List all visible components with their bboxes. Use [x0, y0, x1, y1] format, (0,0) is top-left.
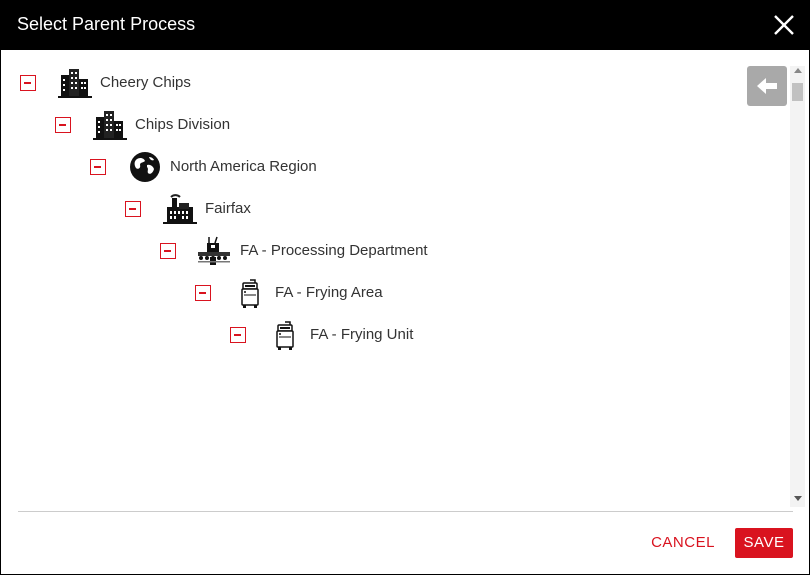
tree-node: Chips Division: [55, 108, 355, 142]
arrow-left-icon: [757, 78, 777, 94]
collapse-toggle[interactable]: [20, 75, 36, 91]
tree-node-label[interactable]: FA - Processing Department: [240, 242, 428, 259]
collapse-toggle[interactable]: [230, 327, 246, 343]
process-tree: Cheery Chips Chips Division North Americ…: [1, 50, 789, 508]
factory-icon: [163, 193, 197, 225]
tree-node: FA - Frying Unit: [230, 318, 530, 352]
tree-node-label[interactable]: Chips Division: [135, 116, 230, 133]
collapse-toggle[interactable]: [160, 243, 176, 259]
tree-node-label[interactable]: Cheery Chips: [100, 74, 191, 91]
company-building-icon: [58, 67, 92, 99]
cancel-button[interactable]: CANCEL: [645, 528, 721, 558]
tree-scrollbar[interactable]: [790, 66, 805, 507]
collapse-toggle[interactable]: [55, 117, 71, 133]
collapse-toggle[interactable]: [125, 201, 141, 217]
back-button[interactable]: [747, 66, 787, 106]
fryer-icon: [268, 319, 302, 351]
tree-node: Cheery Chips: [20, 66, 320, 100]
collapse-toggle[interactable]: [90, 159, 106, 175]
globe-icon: [128, 151, 162, 183]
dialog-titlebar: Select Parent Process: [1, 1, 809, 50]
scroll-down-arrow-icon[interactable]: [794, 496, 802, 501]
tree-node: FA - Processing Department: [160, 234, 460, 268]
save-button[interactable]: SAVE: [735, 528, 793, 558]
close-icon: [774, 15, 794, 35]
tree-node-label[interactable]: FA - Frying Unit: [310, 326, 413, 343]
processing-line-icon: [198, 235, 232, 267]
select-parent-process-dialog: Select Parent Process Cheery Chips Chips…: [0, 0, 810, 575]
tree-node: FA - Frying Area: [195, 276, 495, 310]
scroll-up-arrow-icon[interactable]: [794, 68, 802, 73]
close-button[interactable]: [771, 12, 797, 38]
scroll-thumb[interactable]: [792, 83, 803, 101]
footer-divider: [18, 511, 793, 512]
division-building-icon: [93, 109, 127, 141]
tree-node-label[interactable]: FA - Frying Area: [275, 284, 383, 301]
dialog-title: Select Parent Process: [17, 14, 196, 34]
tree-node-label[interactable]: North America Region: [170, 158, 317, 175]
tree-node-label[interactable]: Fairfax: [205, 200, 251, 217]
tree-node: North America Region: [90, 150, 390, 184]
collapse-toggle[interactable]: [195, 285, 211, 301]
tree-node: Fairfax: [125, 192, 425, 226]
fryer-icon: [233, 277, 267, 309]
